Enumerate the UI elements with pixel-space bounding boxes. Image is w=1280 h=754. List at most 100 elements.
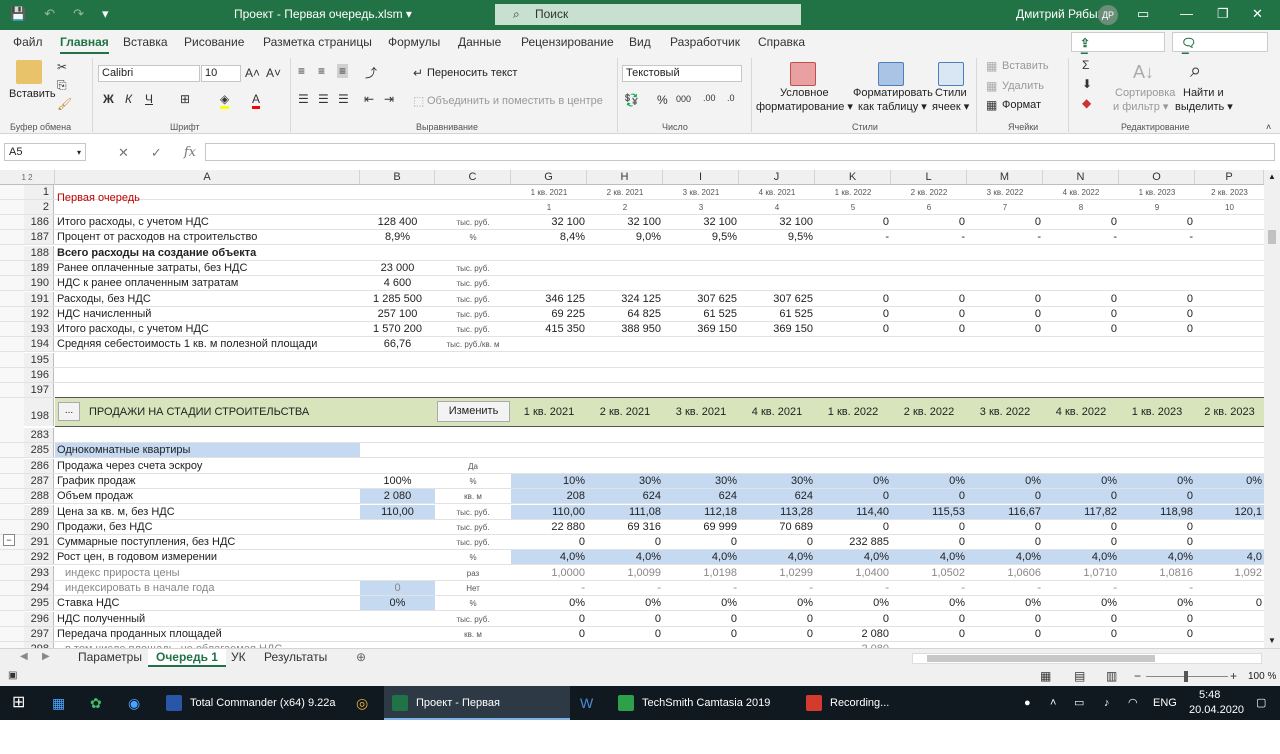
value-cell[interactable]: 1,0816 [1119, 566, 1195, 580]
value-cell[interactable]: 0 [891, 322, 967, 336]
unit-cell[interactable]: % [435, 596, 511, 610]
value-cell[interactable]: 61 525 [739, 307, 815, 321]
value-cell[interactable]: 0% [587, 596, 663, 610]
period-header-cell[interactable]: 2 кв. 2023 [1195, 185, 1264, 199]
document-title[interactable]: Проект - Первая очередь.xlsm ▾ [234, 7, 412, 21]
value-cell[interactable]: 1,0710 [1043, 566, 1119, 580]
value-cell[interactable]: - [663, 581, 739, 595]
sheet-tab-parameters[interactable]: Параметры [70, 649, 150, 667]
row-header[interactable]: 292 [24, 550, 54, 565]
total-cell[interactable] [360, 443, 435, 457]
page-break-view-icon[interactable]: ▥ [1106, 669, 1117, 683]
unit-cell[interactable]: тыс. руб. [435, 276, 511, 290]
value-cell[interactable]: 0 [815, 292, 891, 306]
value-cell[interactable]: 346 125 [511, 292, 587, 306]
column-header[interactable]: A [55, 170, 360, 185]
value-cell[interactable]: 2 080 [815, 627, 891, 641]
row-header[interactable]: 291 [24, 535, 54, 550]
macro-record-icon[interactable]: ▣ [8, 670, 17, 681]
column-header[interactable]: K [815, 170, 891, 185]
label-cell[interactable]: Передача проданных площадей [55, 627, 360, 641]
unit-cell[interactable] [435, 383, 511, 397]
period-header-cell[interactable]: 4 кв. 2021 [739, 185, 815, 199]
value-cell[interactable]: 0% [663, 596, 739, 610]
tab-help[interactable]: Справка [758, 35, 805, 49]
thousands-icon[interactable]: 000 [676, 94, 691, 104]
band-period-cell[interactable]: 4 кв. 2022 [1043, 398, 1119, 426]
value-cell[interactable]: 0 [663, 627, 739, 641]
row-header[interactable]: 285 [24, 443, 54, 458]
column-header[interactable]: J [739, 170, 815, 185]
zoom-out-icon[interactable]: − [1134, 669, 1141, 683]
number-format-select[interactable]: Текстовый [622, 65, 742, 82]
word-icon[interactable]: W [580, 686, 593, 720]
value-cell[interactable]: 0 [815, 307, 891, 321]
unit-cell[interactable]: % [435, 474, 511, 488]
period-index-cell[interactable]: 9 [1119, 200, 1195, 214]
name-box[interactable]: A5 ▾ [4, 143, 86, 161]
row-header[interactable]: 197 [24, 383, 54, 398]
find-icon[interactable]: ⌕ [1190, 60, 1201, 83]
enter-icon[interactable]: ✓ [151, 145, 162, 161]
align-middle-icon[interactable]: ≡ [318, 64, 325, 78]
unit-cell[interactable]: тыс. руб. [435, 322, 511, 336]
value-cell[interactable]: 0 [511, 535, 587, 549]
taskbar-excel[interactable]: Проект - Первая очередь.xlsm ... [384, 686, 570, 743]
row-header[interactable]: 196 [24, 368, 54, 382]
value-cell[interactable]: 624 [587, 489, 663, 504]
unit-cell[interactable]: тыс. руб. [435, 215, 511, 229]
align-center-icon[interactable]: ☰ [318, 92, 329, 106]
value-cell[interactable]: - [1119, 230, 1195, 244]
paste-icon[interactable] [16, 60, 42, 84]
value-cell[interactable]: 0% [891, 473, 967, 488]
value-cell[interactable]: 0 [1043, 307, 1119, 321]
value-cell[interactable]: 0% [967, 596, 1043, 610]
value-cell[interactable]: 0 [1043, 612, 1119, 626]
total-cell[interactable] [360, 246, 435, 260]
close-icon[interactable]: ✕ [1252, 6, 1263, 22]
label-cell[interactable]: Итого расходы, с учетом НДС [55, 322, 360, 336]
windows-start-icon[interactable]: ⊞ [12, 686, 25, 720]
band-period-cell[interactable]: 2 кв. 2021 [587, 398, 663, 426]
bold-icon[interactable]: Ж [103, 92, 114, 106]
value-cell[interactable]: 0% [815, 473, 891, 488]
value-cell[interactable]: 0 [739, 535, 815, 549]
value-cell[interactable]: - [815, 581, 891, 595]
underline-icon[interactable]: Ч [145, 92, 153, 106]
clear-icon[interactable]: ◆ [1082, 96, 1091, 110]
value-cell[interactable]: 0 [1043, 215, 1119, 229]
period-index-cell[interactable]: 10 [1195, 200, 1264, 214]
unit-cell[interactable]: тыс. руб. [435, 520, 511, 534]
decrease-decimal-icon[interactable]: .0 [727, 93, 735, 103]
value-cell[interactable]: 118,98 [1119, 504, 1195, 519]
column-header[interactable]: O [1119, 170, 1195, 185]
column-header[interactable]: N [1043, 170, 1119, 185]
ribbon-display-icon[interactable]: ▭ [1137, 6, 1149, 22]
taskbar-total-commander[interactable]: Total Commander (x64) 9.22a - ... [158, 686, 342, 743]
collapse-ribbon-icon[interactable]: ˄ [1266, 122, 1271, 132]
value-cell[interactable]: 624 [739, 489, 815, 504]
value-cell[interactable] [1195, 535, 1264, 549]
value-cell[interactable]: 4,0% [967, 550, 1043, 565]
share-button[interactable]: ⇪ Поделиться [1071, 32, 1165, 64]
row-header[interactable]: 295 [24, 596, 54, 611]
band-period-cell[interactable]: 1 кв. 2021 [511, 398, 587, 426]
value-cell[interactable] [1195, 627, 1264, 641]
cond-format-label-2[interactable]: форматирование ▾ [756, 100, 853, 113]
total-cell[interactable] [360, 612, 435, 626]
unit-cell[interactable]: тыс. руб. [435, 612, 511, 626]
value-cell[interactable] [1195, 322, 1264, 336]
value-cell[interactable]: 0% [815, 596, 891, 610]
row-header[interactable]: 187 [24, 230, 54, 245]
value-cell[interactable]: 0% [511, 596, 587, 610]
value-cell[interactable]: 0 [1119, 535, 1195, 549]
app-icon[interactable]: ✿ [90, 686, 102, 720]
band-period-cell[interactable]: 4 кв. 2021 [739, 398, 815, 426]
value-cell[interactable]: 1,0000 [511, 566, 587, 580]
column-header[interactable]: L [891, 170, 967, 185]
value-cell[interactable]: 0 [891, 520, 967, 534]
font-color-icon[interactable]: A [252, 92, 261, 109]
unit-cell[interactable]: тыс. руб. [435, 505, 511, 519]
value-cell[interactable]: 324 125 [587, 292, 663, 306]
worksheet-grid[interactable]: 1 2 ABCGHIJKLMNOP 1 Первая очередь 1 кв. 2… [0, 170, 1264, 648]
